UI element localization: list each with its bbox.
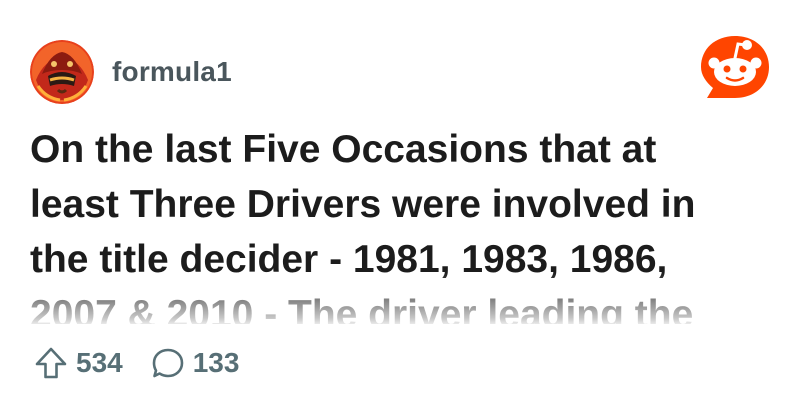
- subreddit-name[interactable]: formula1: [112, 56, 232, 88]
- upvote-button[interactable]: 534: [34, 346, 123, 380]
- post-title: On the last Five Occasions that at least…: [30, 128, 696, 324]
- post-stats: 534 133: [34, 346, 239, 380]
- upvote-count: 534: [76, 347, 123, 378]
- comment-count: 133: [192, 347, 240, 378]
- post-title-container[interactable]: On the last Five Occasions that at least…: [30, 122, 750, 324]
- post-card[interactable]: formula1 On the last Five Occasions that…: [0, 0, 800, 419]
- comments-button[interactable]: 133: [151, 346, 240, 380]
- subreddit-avatar-icon[interactable]: [30, 40, 94, 104]
- reddit-logo-icon[interactable]: [697, 32, 773, 104]
- post-header: formula1: [30, 40, 232, 104]
- comment-bubble-icon: [151, 346, 185, 380]
- upvote-arrow-icon: [34, 346, 68, 380]
